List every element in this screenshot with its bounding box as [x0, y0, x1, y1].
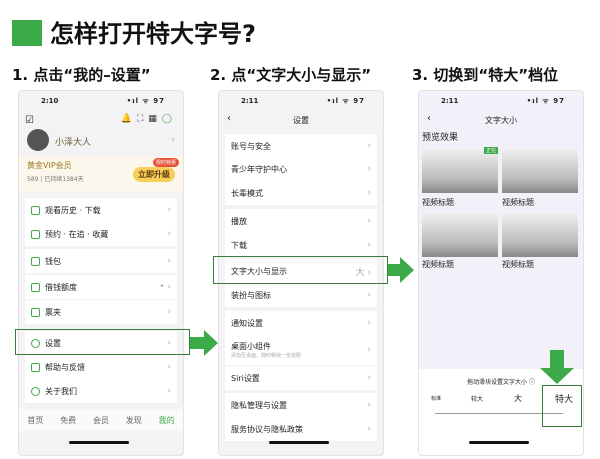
- row-help[interactable]: 帮助与反馈 ›: [25, 355, 177, 379]
- row-elder[interactable]: 长辈模式 ›: [225, 181, 377, 205]
- vip-card[interactable]: 黄金VIP会员 589 | 已持续1384天 限时特惠 立即升级: [19, 156, 183, 192]
- help-icon: [31, 362, 40, 372]
- chevron-icon: ›: [171, 135, 175, 145]
- arrow-1: [190, 337, 204, 349]
- video-caption: 视频标题: [502, 260, 534, 269]
- row-youth[interactable]: 青少年守护中心 ›: [225, 157, 377, 181]
- highlight-extra-large: [542, 385, 582, 427]
- row-download[interactable]: 下载 ›: [225, 233, 377, 257]
- ticket-icon: [31, 307, 40, 317]
- list-icon: [31, 229, 40, 239]
- promo-badge: 限时特惠: [152, 158, 179, 167]
- home-indicator: [269, 441, 329, 444]
- row-privacy[interactable]: 隐私管理与设置 ›: [225, 393, 377, 417]
- row-agreement[interactable]: 服务协议与隐私政策 ›: [225, 417, 377, 441]
- thumbnail: [422, 211, 498, 257]
- video-caption: 视频标题: [422, 198, 454, 207]
- nav-title: 文字大小: [485, 116, 517, 125]
- row-widget[interactable]: 桌面小组件 添加至桌面，随时畅快一份追剧 ›: [225, 335, 377, 365]
- status-icons: •ıl ᯤ 97: [126, 97, 165, 105]
- toolbar-icons[interactable]: 🔔⛶▦◯: [121, 114, 177, 124]
- highlight-text-size: [213, 256, 388, 284]
- tab-free[interactable]: 免费: [60, 415, 76, 426]
- row-wallet[interactable]: 钱包 ›: [25, 249, 177, 273]
- row-credit[interactable]: 借钱额度 • ›: [25, 275, 177, 299]
- arrow-down: [550, 350, 564, 368]
- tab-home[interactable]: 首页: [27, 415, 43, 426]
- row-history[interactable]: 观看历史 · 下载 ›: [25, 198, 177, 222]
- status-time: 2:11: [441, 97, 459, 105]
- row-tickets[interactable]: 票夹 ›: [25, 300, 177, 324]
- credit-icon: [31, 282, 40, 292]
- home-indicator: [469, 441, 529, 444]
- wallet-icon: [31, 256, 40, 266]
- row-theme[interactable]: 装扮与图标 ›: [225, 283, 377, 307]
- step-2: 2. 点“文字大小与显示”: [210, 66, 372, 84]
- row-about[interactable]: 关于我们 ›: [25, 379, 177, 403]
- row-playback[interactable]: 播放 ›: [225, 209, 377, 233]
- thumbnail: [502, 147, 578, 193]
- status-icons: •ıl ᯤ 97: [526, 97, 565, 105]
- clock-icon: [31, 205, 40, 215]
- vip-label: 黄金VIP会员: [27, 161, 72, 170]
- tab-bar: 首页 免费 会员 发现 我的: [19, 409, 183, 431]
- level-standard[interactable]: 标准: [431, 395, 441, 402]
- arrow-1-head: [204, 330, 218, 356]
- tab-member[interactable]: 会员: [93, 415, 109, 426]
- phone-my-page: 2:10 •ıl ᯤ 97 ☑ 🔔⛶▦◯ 小泽大人 › 黄金VIP会员 589 |…: [18, 90, 184, 456]
- vip-info: 589 | 已持续1384天: [27, 176, 84, 183]
- status-time: 2:10: [41, 97, 59, 105]
- status-icons: •ıl ᯤ 97: [326, 97, 365, 105]
- tab-discover[interactable]: 发现: [126, 415, 142, 426]
- arrow-down-head: [540, 368, 574, 384]
- row-account[interactable]: 账号与安全 ›: [225, 134, 377, 158]
- info-icon: [31, 386, 40, 396]
- thumbnail: [502, 211, 578, 257]
- arrow-2: [388, 264, 400, 276]
- video-caption: 视频标题: [422, 260, 454, 269]
- edit-icon[interactable]: ☑: [25, 115, 34, 126]
- level-larger[interactable]: 较大: [471, 394, 483, 403]
- arrow-2-head: [400, 257, 414, 283]
- avatar[interactable]: [27, 129, 49, 151]
- step-1: 1. 点击“我的–设置”: [12, 66, 151, 84]
- row-notify[interactable]: 通知设置 ›: [225, 311, 377, 335]
- thumbnail: 正在: [422, 147, 498, 193]
- level-large[interactable]: 大: [514, 393, 522, 404]
- page-title: 怎样打开特大字号?: [50, 20, 256, 48]
- step-3: 3. 切换到“特大”档位: [412, 66, 559, 84]
- upgrade-button[interactable]: 立即升级: [133, 167, 175, 182]
- preview-heading: 预览效果: [422, 133, 459, 143]
- video-caption: 视频标题: [502, 198, 534, 207]
- row-reserve[interactable]: 预约 · 在追 · 收藏 ›: [25, 222, 177, 246]
- nav-title: 设置: [293, 116, 309, 125]
- status-time: 2:11: [241, 97, 259, 105]
- highlight-settings: [15, 329, 190, 355]
- row-siri[interactable]: Siri设置 ›: [225, 366, 377, 390]
- home-indicator: [69, 441, 129, 444]
- tab-mine[interactable]: 我的: [159, 415, 175, 426]
- title-square: [12, 20, 42, 46]
- username[interactable]: 小泽大人: [55, 135, 91, 148]
